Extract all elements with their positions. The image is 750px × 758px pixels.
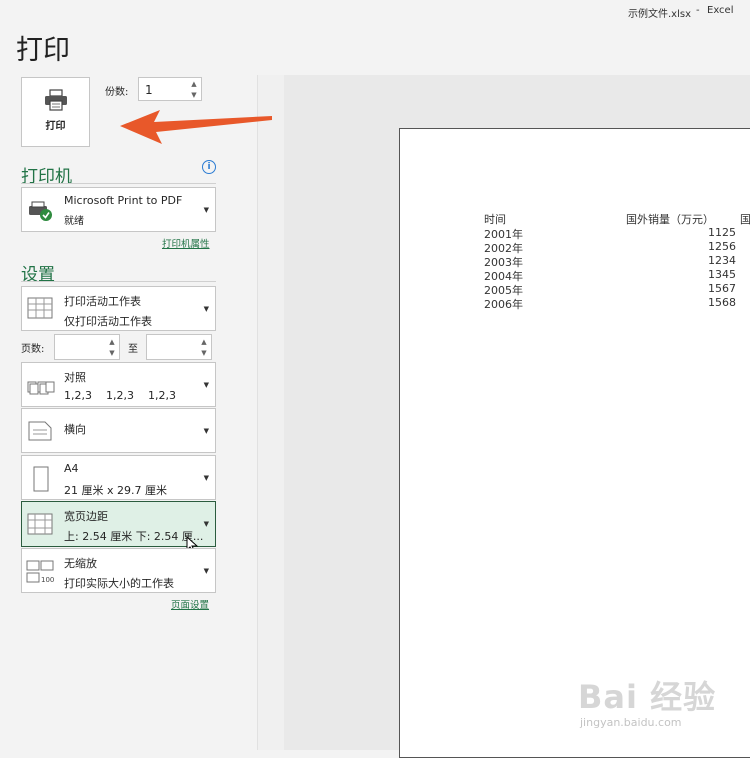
preview-cell-value: 1125	[708, 226, 736, 239]
copies-input[interactable]: 1 ▲ ▼	[138, 77, 202, 101]
orientation-value: 横向	[64, 423, 86, 436]
preview-cell-value: 1345	[708, 268, 736, 281]
portrait-page-icon	[33, 466, 49, 492]
spin-up-icon[interactable]: ▲	[189, 79, 199, 89]
printer-properties-link[interactable]: 打印机属性	[162, 236, 210, 250]
watermark-url: jingyan.baidu.com	[580, 716, 682, 729]
print-what-desc: 仅打印活动工作表	[64, 315, 152, 328]
title-bar: 示例文件.xlsx - Excel	[0, 0, 750, 22]
spin-up-icon[interactable]: ▲	[107, 337, 117, 347]
pages-from-input[interactable]: ▲ ▼	[54, 334, 120, 360]
scaling-desc: 打印实际大小的工作表	[64, 577, 174, 590]
printer-dropdown[interactable]: Microsoft Print to PDF 就绪 ▼	[21, 187, 216, 232]
chevron-down-icon: ▼	[203, 206, 209, 214]
print-what-dropdown[interactable]: 打印活动工作表 仅打印活动工作表 ▼	[21, 286, 216, 331]
spin-down-icon[interactable]: ▼	[199, 348, 209, 358]
paper-size-dropdown[interactable]: A4 21 厘米 x 29.7 厘米 ▼	[21, 455, 216, 500]
chevron-down-icon: ▼	[203, 520, 209, 528]
landscape-page-icon	[28, 421, 52, 441]
spin-down-icon[interactable]: ▼	[107, 348, 117, 358]
pages-to-input[interactable]: ▲ ▼	[146, 334, 212, 360]
printer-name: Microsoft Print to PDF	[64, 194, 183, 207]
printer-status: 就绪	[64, 216, 84, 227]
page-setup-link[interactable]: 页面设置	[171, 597, 209, 611]
orientation-dropdown[interactable]: 横向 ▼	[21, 408, 216, 453]
copies-label: 份数:	[105, 87, 129, 98]
watermark-logo: Bai 经验	[578, 678, 717, 716]
annotation-arrow-icon	[120, 110, 272, 144]
chevron-down-icon: ▼	[203, 474, 209, 482]
preview-cell-value: 1234	[708, 254, 736, 267]
print-what-value: 打印活动工作表	[64, 295, 141, 308]
preview-cell-year: 2006年	[484, 298, 523, 311]
pages-to-label: 至	[128, 344, 138, 355]
printer-icon	[45, 89, 67, 111]
svg-text:100: 100	[41, 576, 54, 584]
window-app-name: Excel	[707, 5, 734, 16]
pdf-printer-icon	[29, 201, 52, 221]
info-icon[interactable]: i	[202, 160, 216, 174]
paper-size-value: A4	[64, 462, 79, 475]
no-scaling-icon: 100	[26, 560, 54, 584]
print-button[interactable]: 打印	[21, 77, 90, 147]
chevron-down-icon: ▼	[203, 305, 209, 313]
printer-section-rule	[21, 183, 216, 184]
chevron-down-icon: ▼	[203, 567, 209, 575]
scaling-dropdown[interactable]: 100 无缩放 打印实际大小的工作表 ▼	[21, 548, 216, 593]
margins-desc: 上: 2.54 厘米 下: 2.54 厘...	[64, 530, 204, 543]
collate-value: 对照	[64, 371, 86, 384]
margins-value: 宽页边距	[64, 510, 108, 523]
chevron-down-icon: ▼	[203, 381, 209, 389]
settings-section-rule	[21, 281, 216, 282]
preview-page: 时间 国外销量（万元） 国 2001年 1125 2002年 1256 2003…	[399, 128, 750, 758]
scaling-value: 无缩放	[64, 557, 97, 570]
preview-cell-value: 1568	[708, 296, 736, 309]
spin-down-icon[interactable]: ▼	[189, 90, 199, 100]
collate-icon	[27, 381, 55, 395]
preview-header-sales: 国外销量（万元）	[626, 213, 714, 226]
spin-up-icon[interactable]: ▲	[199, 337, 209, 347]
chevron-down-icon: ▼	[203, 427, 209, 435]
copies-value: 1	[145, 83, 153, 97]
window-filename: 示例文件.xlsx	[628, 9, 692, 20]
worksheet-icon	[27, 297, 53, 319]
paper-size-desc: 21 厘米 x 29.7 厘米	[64, 484, 167, 497]
preview-cell-value: 1567	[708, 282, 736, 295]
page-title: 打印	[16, 35, 70, 66]
pages-label: 页数:	[21, 344, 45, 355]
panel-gap	[258, 75, 284, 750]
collate-desc: 1,2,3 1,2,3 1,2,3	[64, 389, 176, 402]
collate-dropdown[interactable]: 对照 1,2,3 1,2,3 1,2,3 ▼	[21, 362, 216, 407]
preview-header-partial: 国	[740, 213, 750, 226]
print-button-label: 打印	[45, 121, 66, 132]
preview-cell-value: 1256	[708, 240, 736, 253]
preview-header-time: 时间	[484, 213, 506, 226]
margins-icon	[27, 513, 53, 535]
title-separator: -	[696, 5, 700, 16]
